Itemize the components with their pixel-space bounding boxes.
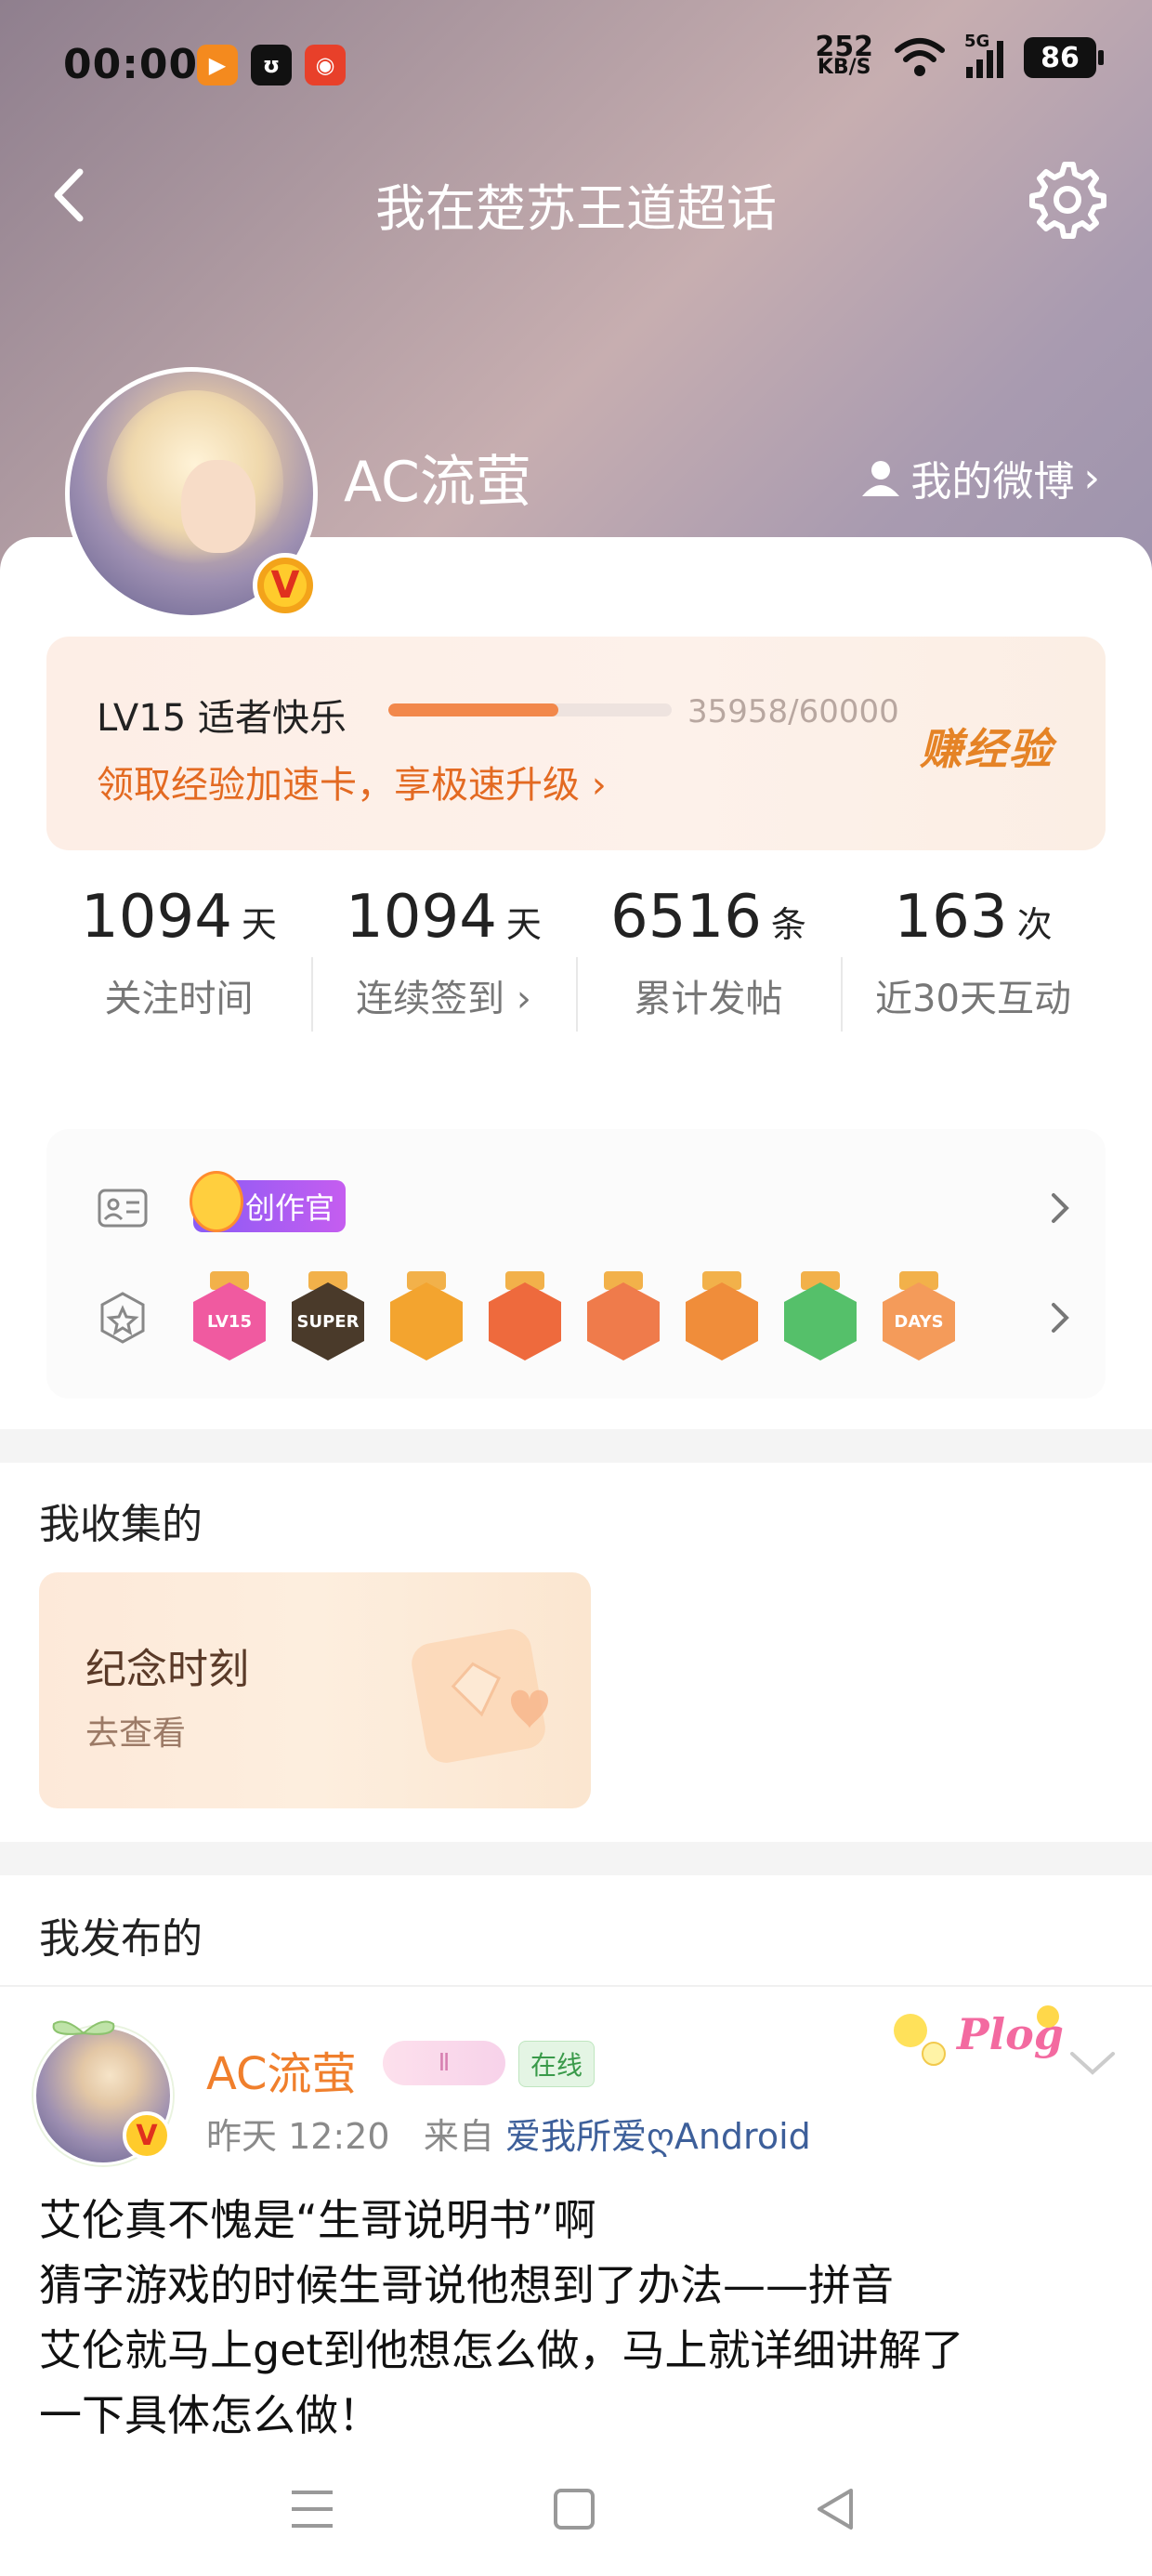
online-tag: 在线: [518, 2041, 596, 2087]
menu-icon[interactable]: [286, 2483, 338, 2535]
creator-badge[interactable]: 创作官: [190, 1171, 347, 1232]
back-triangle-icon[interactable]: [810, 2483, 862, 2535]
plog-sticker-icon: Plog: [894, 2005, 1064, 2066]
post-from-label: 来自: [423, 2116, 494, 2157]
earn-exp-button[interactable]: 赚经验: [920, 716, 1054, 777]
super-medal[interactable]: SUPER: [292, 1271, 364, 1360]
medal-icon: [100, 1292, 145, 1344]
weibo-app-icon: ◉: [305, 45, 346, 85]
status-bar: 00:00 ▶ ʊ ◉ 252 KB/S 5G 86: [0, 0, 1152, 139]
medal-text: [489, 1282, 561, 1360]
post-line: 猜字游戏的时候生哥说他想到了办法——拼音: [39, 2260, 894, 2310]
chevron-right-icon: ›: [1083, 453, 1100, 502]
stat-interactions: 163 次 近30天互动: [841, 883, 1106, 1022]
post-meta: 昨天 12:20 来自 爱我所爱ღAndroid: [206, 2108, 811, 2159]
my-weibo-link[interactable]: 我的微博 ›: [860, 448, 1100, 507]
cat-medal-3[interactable]: [686, 1271, 758, 1360]
chat-app-icon: ʊ: [251, 45, 292, 85]
verified-mark: V: [264, 564, 307, 607]
medal-text: [390, 1282, 463, 1360]
home-icon[interactable]: [548, 2483, 600, 2535]
section-divider: [0, 1842, 1152, 1875]
stat-label: 近30天互动: [875, 978, 1071, 1020]
level-progress-fill: [388, 703, 558, 716]
creator-emoji-icon: [190, 1171, 243, 1232]
post-author[interactable]: AC流萤: [206, 2037, 357, 2102]
post-line: 艾伦真不愧是“生哥说明书”啊: [39, 2195, 596, 2245]
cat-medal-2[interactable]: [587, 1271, 660, 1360]
stats-row: 1094 天 关注时间 1094 天 连续签到 › 6516 条 累计发帖 163 次 …: [46, 883, 1106, 1097]
medal-text: [686, 1282, 758, 1360]
fan-level-tag: Ⅱ: [383, 2041, 505, 2085]
net-speed: 252 KB/S: [815, 31, 873, 79]
100-days-medal[interactable]: DAYS: [883, 1271, 955, 1360]
my-weibo-label: 我的微博: [910, 458, 1075, 506]
level-progress-text: 35958/60000: [687, 693, 899, 730]
stat-number: 1094: [346, 883, 497, 952]
section-divider: [0, 1429, 1152, 1463]
stat-label: 关注时间: [104, 978, 254, 1020]
status-right: 252 KB/S 5G 86: [815, 31, 1104, 79]
gear-icon[interactable]: [1028, 160, 1107, 240]
lv15-medal[interactable]: LV15: [193, 1271, 266, 1360]
stat-unit: 天: [505, 904, 542, 945]
memory-card-link[interactable]: 去查看: [85, 1706, 186, 1755]
medal-list: LV15 SUPER DAYS: [193, 1271, 955, 1360]
stat-number: 163: [894, 883, 1008, 952]
stat-number: 1094: [81, 883, 232, 952]
status-time: 00:00: [63, 41, 199, 88]
page-title: 我在楚苏王道超话: [375, 179, 777, 238]
bow-icon: [52, 2020, 115, 2035]
username: AC流萤: [344, 450, 531, 515]
medal-text: SUPER: [292, 1282, 364, 1360]
verified-badge: V: [253, 553, 318, 618]
post-body[interactable]: 艾伦真不愧是“生哥说明书”啊 猜字游戏的时候生哥说他想到了办法——拼音 艾伦就马…: [39, 2188, 1126, 2448]
level-progress-bar: [388, 703, 672, 716]
post-verified-badge: V: [123, 2111, 171, 2160]
stat-unit: 天: [241, 904, 277, 945]
stat-label: 累计发帖: [634, 978, 783, 1020]
exp-boost-link[interactable]: 领取经验加速卡，享极速升级 ›: [97, 755, 607, 808]
status-app-icons: ▶ ʊ ◉: [197, 45, 346, 85]
medal-text: [784, 1282, 857, 1360]
avatar-face: [181, 460, 255, 553]
stat-number: 6516: [610, 883, 762, 952]
stat-follow-time: 1094 天 关注时间: [46, 883, 311, 1022]
stat-label: 连续签到 ›: [356, 978, 531, 1020]
stat-checkin[interactable]: 1094 天 连续签到 ›: [311, 883, 576, 1022]
cat-medal-1[interactable]: [489, 1271, 561, 1360]
stat-unit: 次: [1016, 904, 1053, 945]
published-title: 我发布的: [39, 1915, 203, 1963]
medal-text: LV15: [193, 1282, 266, 1360]
exp-boost-label: 领取经验加速卡，享极速升级: [97, 764, 580, 807]
medal-text: DAYS: [883, 1282, 955, 1360]
chevron-right-icon: ›: [591, 764, 607, 807]
stat-unit: 条: [770, 904, 806, 945]
collected-title: 我收集的: [39, 1501, 203, 1548]
battery-indicator: 86: [1024, 37, 1104, 78]
chevron-right-icon[interactable]: [1041, 1189, 1078, 1227]
post-source[interactable]: 爱我所爱ღAndroid: [505, 2116, 811, 2157]
medal-text: [587, 1282, 660, 1360]
chevron-down-icon[interactable]: [1067, 2044, 1119, 2082]
stat-posts: 6516 条 累计发帖: [576, 883, 841, 1022]
network-type: 5G: [964, 32, 990, 51]
creator-badge-label: 创作官: [245, 1190, 335, 1226]
person-icon: [862, 461, 900, 496]
net-speed-value: 252: [815, 31, 873, 63]
wifi-icon: [895, 38, 945, 76]
post-line: 艾伦就马上get到他想怎么做，马上就详细讲解了: [39, 2325, 964, 2375]
post-time: 昨天 12:20: [206, 2116, 390, 2157]
level-name: LV15 适者快乐: [97, 697, 347, 740]
id-card-icon: [98, 1189, 148, 1228]
hand-medal[interactable]: [784, 1271, 857, 1360]
calendar-diamond-icon: [412, 1629, 548, 1763]
signal-icon: 5G: [964, 32, 1003, 78]
video-app-icon: ▶: [197, 45, 238, 85]
net-speed-unit: KB/S: [817, 56, 871, 79]
chevron-right-icon[interactable]: [1041, 1299, 1078, 1336]
memory-card-title: 纪念时刻: [85, 1646, 249, 1693]
crown-medal[interactable]: [390, 1271, 463, 1360]
divider: [0, 1985, 1152, 1987]
